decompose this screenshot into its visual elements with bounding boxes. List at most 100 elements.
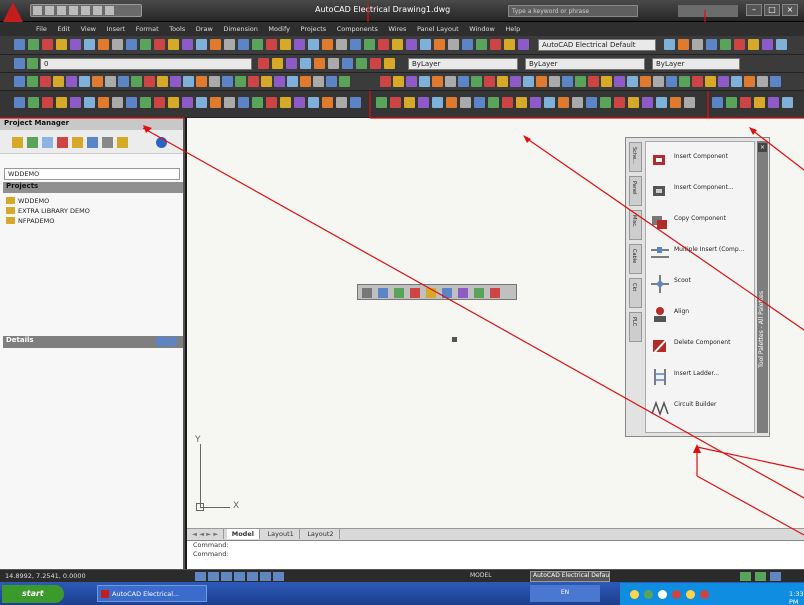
toolbar-button-icon[interactable] <box>168 97 179 108</box>
tray-icon[interactable] <box>658 590 667 599</box>
toolbar-button-icon[interactable] <box>497 76 508 87</box>
toolbar-button-icon[interactable] <box>170 76 181 87</box>
tray-icon[interactable] <box>740 572 751 581</box>
details-icon[interactable] <box>156 337 166 346</box>
toolbar-button-icon[interactable] <box>664 39 675 50</box>
grid-toggle[interactable] <box>208 572 219 581</box>
maximize-button[interactable]: □ <box>764 4 780 16</box>
toolbar-button-icon[interactable] <box>27 76 38 87</box>
tab-layout1[interactable]: Layout1 <box>263 529 300 539</box>
toolbar-button-icon[interactable] <box>536 76 547 87</box>
close-button[interactable]: × <box>782 4 798 16</box>
toolbar-button-icon[interactable] <box>266 97 277 108</box>
undo-icon[interactable] <box>69 6 78 15</box>
tool-icon[interactable] <box>378 288 388 298</box>
toolbar-button-icon[interactable] <box>640 76 651 87</box>
menu-insert[interactable]: Insert <box>103 22 130 33</box>
snap-toggle[interactable] <box>195 572 206 581</box>
toolbar-button-icon[interactable] <box>92 76 103 87</box>
toolbar-button-icon[interactable] <box>748 39 759 50</box>
ortho-toggle[interactable] <box>221 572 232 581</box>
toolbar-button-icon[interactable] <box>530 97 541 108</box>
toolbar-button-icon[interactable] <box>490 39 501 50</box>
toolbar-button-icon[interactable] <box>272 58 283 69</box>
toolbar-button-icon[interactable] <box>656 97 667 108</box>
toolbar-button-icon[interactable] <box>406 76 417 87</box>
menu-help[interactable]: Help <box>501 22 524 33</box>
tool-icon[interactable] <box>410 288 420 298</box>
palette-tool[interactable]: Delete Component <box>650 334 754 360</box>
toolbar-button-icon[interactable] <box>754 97 765 108</box>
refresh-icon[interactable] <box>57 137 68 148</box>
toolbar-button-icon[interactable] <box>446 97 457 108</box>
toolbar-button-icon[interactable] <box>27 58 38 69</box>
new-project-icon[interactable] <box>27 137 38 148</box>
toolbar-button-icon[interactable] <box>544 97 555 108</box>
command-line[interactable]: Command: Command: <box>187 540 804 569</box>
toolbar-button-icon[interactable] <box>56 97 67 108</box>
infocenter-tools[interactable] <box>678 5 738 17</box>
toolbar-button-icon[interactable] <box>692 39 703 50</box>
language-indicator[interactable]: EN <box>530 585 600 602</box>
toolbar-button-icon[interactable] <box>390 97 401 108</box>
toolbar-button-icon[interactable] <box>182 39 193 50</box>
toolbar-button-icon[interactable] <box>183 76 194 87</box>
toolbar-button-icon[interactable] <box>562 76 573 87</box>
menu-components[interactable]: Components <box>333 22 382 33</box>
menu-wires[interactable]: Wires <box>384 22 410 33</box>
toolbar-button-icon[interactable] <box>280 39 291 50</box>
toolbar-button-icon[interactable] <box>342 58 353 69</box>
dropdown-icon[interactable] <box>105 6 114 15</box>
toolbar-button-icon[interactable] <box>314 58 325 69</box>
toolbar-button-icon[interactable] <box>84 97 95 108</box>
tool-icon[interactable] <box>490 288 500 298</box>
toolbar-button-icon[interactable] <box>502 97 513 108</box>
layer-dropdown[interactable]: 0 <box>40 58 252 70</box>
toolbar-button-icon[interactable] <box>40 76 51 87</box>
lineweight-dropdown[interactable]: ByLayer <box>652 58 740 70</box>
toolbar-button-icon[interactable] <box>600 97 611 108</box>
lineweight-toggle[interactable] <box>273 572 284 581</box>
tool-icon[interactable] <box>442 288 452 298</box>
redo-icon[interactable] <box>81 6 90 15</box>
toolbar-button-icon[interactable] <box>614 76 625 87</box>
toolbar-button-icon[interactable] <box>126 39 137 50</box>
project-item[interactable]: NFPADEMO <box>6 217 54 227</box>
close-icon[interactable]: × <box>758 143 767 152</box>
tool-icon[interactable] <box>426 288 436 298</box>
tab-model[interactable]: Model <box>226 529 260 539</box>
toolbar-button-icon[interactable] <box>432 76 443 87</box>
palette-tool[interactable]: Circuit Builder <box>650 396 754 422</box>
toolbar-button-icon[interactable] <box>418 97 429 108</box>
palette-title-bar[interactable]: × Tool Palettes - All Palettes <box>757 141 768 433</box>
taskbar-item[interactable]: AutoCAD Electrical... <box>97 585 207 602</box>
palette-tool[interactable]: Insert Component <box>650 148 754 174</box>
toolbar-button-icon[interactable] <box>586 97 597 108</box>
tray-icon[interactable] <box>755 572 766 581</box>
toolbar-grip-icon[interactable] <box>362 288 372 298</box>
toolbar-button-icon[interactable] <box>740 97 751 108</box>
menu-tools[interactable]: Tools <box>165 22 189 33</box>
toolbar-button-icon[interactable] <box>432 97 443 108</box>
tool-icon[interactable] <box>458 288 468 298</box>
toolbar-button-icon[interactable] <box>336 39 347 50</box>
menu-format[interactable]: Format <box>132 22 163 33</box>
toolbar-button-icon[interactable] <box>404 97 415 108</box>
toolbar-button-icon[interactable] <box>224 97 235 108</box>
toolbar-button-icon[interactable] <box>300 58 311 69</box>
toolbar-button-icon[interactable] <box>287 76 298 87</box>
toolbar-button-icon[interactable] <box>558 97 569 108</box>
open-project-icon[interactable] <box>12 137 23 148</box>
toolbar-button-icon[interactable] <box>420 39 431 50</box>
tab-layout2[interactable]: Layout2 <box>302 529 340 539</box>
toolbar-button-icon[interactable] <box>776 39 787 50</box>
quick-access-toolbar[interactable] <box>30 4 142 17</box>
toolbar-button-icon[interactable] <box>224 39 235 50</box>
toolbar-button-icon[interactable] <box>42 97 53 108</box>
menu-file[interactable]: File <box>32 22 51 33</box>
surfer-icon[interactable] <box>87 137 98 148</box>
toolbar-button-icon[interactable] <box>380 76 391 87</box>
current-project-dropdown[interactable]: WDDEMO <box>4 168 180 180</box>
toolbar-button-icon[interactable] <box>393 76 404 87</box>
menu-panel-layout[interactable]: Panel Layout <box>413 22 463 33</box>
